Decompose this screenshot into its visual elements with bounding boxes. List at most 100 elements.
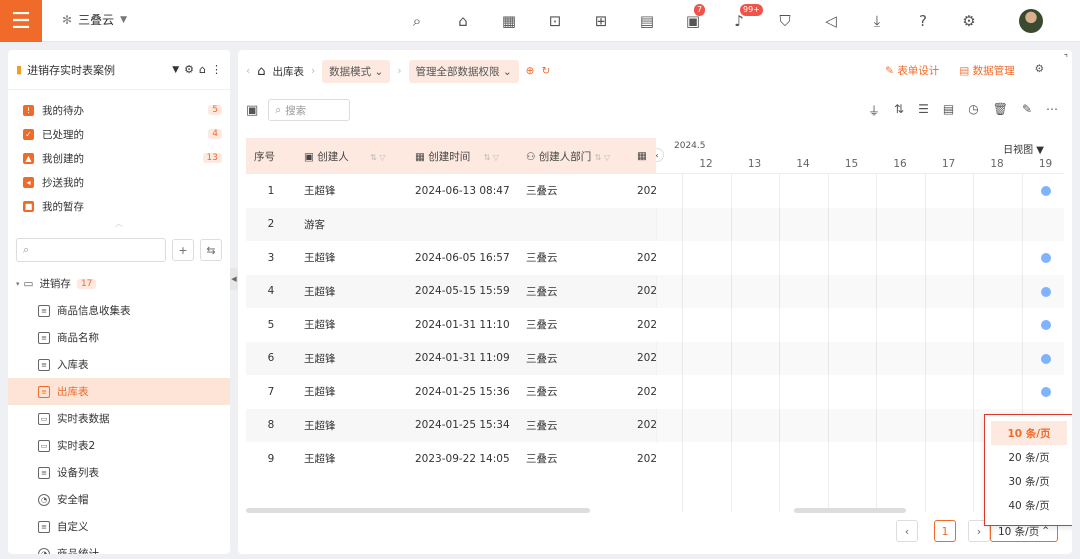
gantt-row (656, 308, 1064, 342)
sort-icon[interactable]: ⇅ (894, 102, 904, 119)
page-size-option[interactable]: 10 条/页 (991, 421, 1067, 445)
history-icon[interactable]: ◷ (968, 102, 978, 119)
gantt-dot[interactable] (1040, 286, 1051, 297)
chevron-down-icon[interactable]: ▼ (172, 65, 179, 75)
home-icon[interactable]: ⌂ (452, 10, 474, 32)
app-title[interactable]: 进销存实时表案例 (27, 62, 115, 78)
sort-filter-icon[interactable]: ⇅ ▽ (370, 153, 385, 162)
shirt-icon[interactable]: ⛉ (774, 10, 796, 32)
tree-item-active[interactable]: ≡ 出库表 (8, 378, 230, 405)
download-icon[interactable]: ⤓ (866, 10, 888, 32)
table-row[interactable]: 2 游客 (246, 207, 658, 241)
table-row[interactable]: 4 王超锋 2024-05-15 15:59 三叠云 202 (246, 274, 658, 308)
tree-item[interactable]: ◔ 安全帽 (8, 486, 230, 513)
avatar[interactable] (1019, 9, 1043, 33)
gantt-dot[interactable] (1040, 186, 1051, 196)
brand[interactable]: ✻ 三叠云 ▼ (62, 11, 127, 28)
table-row[interactable]: 1 王超锋 2024-06-13 08:47 三叠云 202 (246, 174, 657, 208)
tree-item[interactable]: ≡ 自定义 (8, 513, 230, 540)
form-design-button[interactable]: ✎ 表单设计 (885, 63, 939, 78)
gantt-dot[interactable] (1040, 353, 1051, 364)
data-manage-button[interactable]: ▤ 数据管理 (959, 63, 1014, 78)
table-row[interactable]: 7 王超锋 2024-01-25 15:36 三叠云 202 (246, 375, 657, 409)
more-icon[interactable]: ⋯ (1046, 102, 1058, 119)
apps-icon[interactable]: ▦ (498, 10, 520, 32)
chevron-right-icon: › (310, 65, 316, 77)
add-icon[interactable]: + (172, 239, 194, 261)
col-creator[interactable]: ▣ 创建人 ⇅ ▽ (296, 138, 407, 174)
table-row[interactable]: 6 王超锋 2024-01-31 11:09 三叠云 202 (246, 341, 658, 375)
list-icon[interactable]: ☰ (918, 102, 929, 119)
sidebar-item-todo[interactable]: ! 我的待办 5 (8, 98, 230, 122)
gantt-view-dropdown[interactable]: 日视图 ▼ (1003, 141, 1044, 156)
more-icon[interactable]: ⋮ (211, 63, 222, 76)
grid-icon[interactable]: ⊞ (590, 10, 612, 32)
card-icon[interactable]: ▤ (636, 10, 658, 32)
add-circle-icon[interactable]: ⊕ (526, 65, 535, 77)
sidebar-search-input[interactable]: ⌕ (16, 238, 166, 262)
page-size-option[interactable]: 20 条/页 (991, 445, 1067, 469)
expand-icon[interactable]: ⌝ (1064, 54, 1068, 64)
swap-icon[interactable]: ⇆ (200, 239, 222, 261)
home-icon[interactable]: ⌂ (257, 64, 265, 79)
sidebar-item-draft[interactable]: ■ 我的暂存 (8, 194, 230, 218)
cell-creator: 王超锋 (296, 341, 407, 375)
sidebar-item-created[interactable]: ▲ 我创建的 13 (8, 146, 230, 170)
cell-creator: 王超锋 (304, 453, 336, 466)
breadcrumb-page[interactable]: 出库表 (272, 64, 304, 79)
puzzle-icon[interactable]: ⊡ (544, 10, 566, 32)
col-extra[interactable]: ▦ (629, 138, 658, 174)
settings-icon[interactable]: ⚙ (184, 63, 194, 76)
page-size-option[interactable]: 30 条/页 (991, 469, 1067, 493)
delete-icon[interactable]: 🗑 (993, 102, 1008, 119)
layout-icon[interactable]: ▣ (246, 103, 258, 118)
task-icon[interactable]: ▣ 7 (682, 4, 706, 32)
bell-icon[interactable]: ♪ 99+ (728, 4, 763, 32)
col-created-time[interactable]: ▦ 创建时间 ⇅ ▽ (407, 138, 518, 174)
tree-item[interactable]: ◔ 商品统计 (8, 540, 230, 554)
table-scrollbar[interactable] (246, 508, 590, 513)
gantt-collapse-icon[interactable]: ‹ (656, 148, 664, 162)
gantt-dot[interactable] (1040, 320, 1051, 330)
home-icon[interactable]: ⌂ (199, 63, 206, 76)
search-icon[interactable]: ⌕ (406, 10, 428, 32)
filter-icon[interactable]: ⏚ (868, 102, 880, 119)
table-row[interactable]: 8 王超锋 2024-01-25 15:34 三叠云 202 (246, 408, 658, 442)
page-size-option[interactable]: 40 条/页 (991, 493, 1067, 517)
refresh-icon[interactable]: ↻ (541, 65, 550, 77)
prev-page-button[interactable]: ‹ (896, 520, 918, 542)
sort-filter-icon[interactable]: ⇅ ▽ (484, 153, 499, 162)
gantt-row (656, 241, 1064, 275)
permission-dropdown[interactable]: 管理全部数据权限 ⌄ (408, 59, 519, 83)
table-row[interactable]: 9 王超锋 2023-09-22 14:05 三叠云 202 (246, 442, 657, 476)
settings-icon[interactable]: ⚙ (958, 10, 980, 32)
col-creator-dept[interactable]: ⚇ 创建人部门 ⇅ ▽ (518, 138, 629, 174)
tree-item[interactable]: ▭ 实时表数据 (8, 405, 230, 432)
sidebar-item-cc[interactable]: ◂ 抄送我的 (8, 170, 230, 194)
hamburger-icon[interactable]: ☰ (0, 0, 42, 42)
collapse-icon[interactable]: ‹ (246, 65, 250, 77)
tree-item[interactable]: ≡ 商品名称 (8, 324, 230, 351)
sort-filter-icon[interactable]: ⇅ ▽ (595, 153, 610, 162)
sidebar-item-done[interactable]: ✓ 已处理的 4 (8, 122, 230, 146)
tree-item[interactable]: ≡ 商品信息收集表 (8, 297, 230, 324)
collapse-sidebar-handle[interactable]: ◀ (230, 268, 238, 290)
mode-dropdown[interactable]: 数据模式 ⌄ (322, 59, 391, 83)
help-icon[interactable]: ? (912, 10, 934, 32)
report-icon[interactable]: ▤ (943, 102, 954, 119)
gantt-dot[interactable] (1040, 387, 1051, 397)
tree-item[interactable]: ≡ 入库表 (8, 351, 230, 378)
search-input[interactable]: ⌕ 搜索 (268, 99, 351, 121)
table-row[interactable]: 5 王超锋 2024-01-31 11:10 三叠云 202 (246, 308, 657, 342)
tree-item[interactable]: ▭ 实时表2 (8, 432, 230, 459)
chevron-up-icon[interactable]: ︿ (8, 218, 230, 228)
folder-row[interactable]: ▾ ▭ 进销存 17 (8, 270, 230, 297)
table-row[interactable]: 3 王超锋 2024-06-05 16:57 三叠云 202 (246, 241, 657, 275)
settings-icon[interactable]: ⚙ (1035, 63, 1044, 78)
page-button-current[interactable]: 1 (934, 520, 956, 542)
edit-icon[interactable]: ✎ (1022, 102, 1032, 119)
gantt-dot[interactable] (1040, 253, 1051, 263)
gantt-scrollbar[interactable] (794, 508, 906, 513)
tree-item[interactable]: ≡ 设备列表 (8, 459, 230, 486)
megaphone-icon[interactable]: ◁ (820, 10, 842, 32)
